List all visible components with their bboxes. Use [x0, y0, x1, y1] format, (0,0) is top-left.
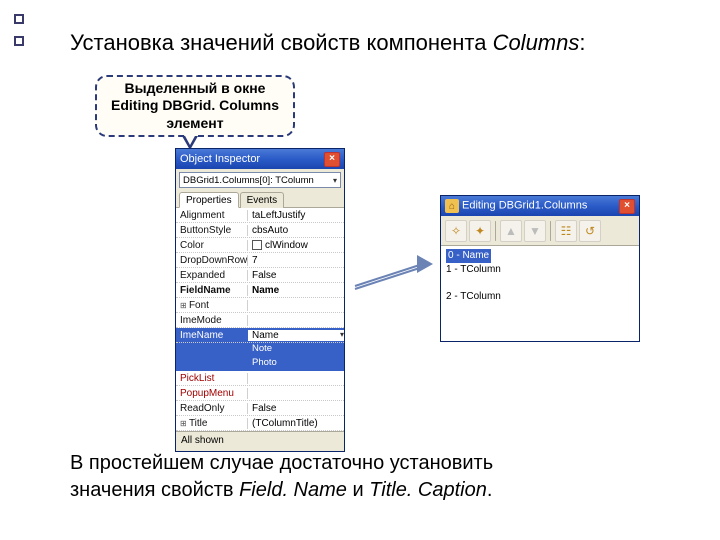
chevron-down-icon: ▾ — [333, 176, 337, 185]
property-row[interactable]: ButtonStylecbsAuto — [176, 223, 344, 238]
property-row[interactable]: ColorclWindow — [176, 238, 344, 253]
callout-tail — [184, 134, 196, 145]
property-value[interactable]: cbsAuto — [248, 225, 344, 236]
arrow-line — [355, 263, 424, 287]
close-icon[interactable]: × — [619, 199, 635, 214]
property-name: ReadOnly — [176, 403, 248, 414]
property-name: PickList — [176, 373, 248, 384]
arrow — [355, 255, 435, 305]
property-name: DropDownRows — [176, 255, 248, 266]
selector-value: DBGrid1.Columns[0]: TColumn — [183, 175, 314, 186]
delphi-icon: ⌂ — [445, 199, 459, 213]
titlebar[interactable]: Object Inspector × — [176, 149, 344, 169]
columns-list[interactable]: 0 - Name1 - TColumn 2 - TColumn — [441, 246, 639, 341]
property-value[interactable]: False — [248, 403, 344, 414]
titlecaption-italic: Title. Caption — [369, 479, 487, 501]
property-row[interactable]: FieldNameName — [176, 283, 344, 298]
tab-events[interactable]: Events — [240, 192, 285, 208]
dropdown-option[interactable]: Photo — [176, 357, 344, 371]
property-value[interactable]: Name — [248, 285, 344, 296]
property-value[interactable]: False — [248, 270, 344, 281]
property-value[interactable]: taLeftJustify — [248, 210, 344, 221]
callout-line: Выделенный в окне — [111, 80, 279, 98]
property-row[interactable]: DropDownRows7 — [176, 253, 344, 268]
callout-line: Editing DBGrid. Columns — [111, 97, 279, 115]
property-row[interactable]: AlignmenttaLeftJustify — [176, 208, 344, 223]
property-name: ImeMode — [176, 315, 248, 326]
inspector-footer: All shown — [176, 431, 344, 451]
dropdown-option[interactable]: Note — [176, 343, 344, 357]
object-inspector-window: Object Inspector × DBGrid1.Columns[0]: T… — [175, 148, 345, 452]
columns-editor-window: ⌂Editing DBGrid1.Columns × ✧ ✦ ▲ ▼ ☷ ↺ 0… — [440, 195, 640, 342]
window-title: ⌂Editing DBGrid1.Columns — [445, 199, 587, 213]
restore-defaults-button[interactable]: ↺ — [579, 220, 601, 242]
editor-toolbar: ✧ ✦ ▲ ▼ ☷ ↺ — [441, 216, 639, 246]
inspector-tabs: Properties Events — [176, 191, 344, 208]
property-value[interactable]: clWindow — [248, 240, 344, 251]
bottom-dot: . — [487, 479, 493, 501]
list-item[interactable]: 0 - Name — [446, 249, 491, 263]
separator — [550, 221, 551, 241]
page-title: Установка значений свойств компонента Co… — [70, 30, 586, 56]
property-name: Expanded — [176, 270, 248, 281]
list-item[interactable]: 1 - TColumn — [446, 263, 634, 277]
bottom-text: В простейшем случае достаточно установит… — [70, 450, 680, 504]
property-name: Font — [176, 300, 248, 311]
delete-column-button[interactable]: ✦ — [469, 220, 491, 242]
property-row[interactable]: ImeNameName▾ — [176, 328, 344, 343]
property-row[interactable]: Font — [176, 298, 344, 313]
property-row[interactable]: ReadOnlyFalse — [176, 401, 344, 416]
editor-title-text: Editing DBGrid1.Columns — [462, 200, 587, 212]
list-item[interactable]: 2 - TColumn — [446, 290, 634, 304]
page-marker — [14, 14, 24, 24]
property-name: ImeName — [176, 330, 248, 341]
tab-properties[interactable]: Properties — [179, 192, 239, 208]
callout-line: элемент — [111, 115, 279, 133]
heading-prefix: Установка значений свойств компонента — [70, 30, 493, 55]
page-marker-group — [14, 14, 24, 58]
property-row[interactable]: PickList — [176, 371, 344, 386]
property-row[interactable]: PopupMenu — [176, 386, 344, 401]
property-name: FieldName — [176, 285, 248, 296]
add-all-button[interactable]: ☷ — [555, 220, 577, 242]
component-selector[interactable]: DBGrid1.Columns[0]: TColumn ▾ — [179, 172, 341, 188]
property-row[interactable]: ImeMode — [176, 313, 344, 328]
property-name: Alignment — [176, 210, 248, 221]
callout-box: Выделенный в окне Editing DBGrid. Column… — [95, 75, 295, 137]
page-marker — [14, 36, 24, 46]
color-checkbox[interactable] — [252, 240, 262, 250]
heading-suffix: : — [579, 30, 585, 55]
move-down-button[interactable]: ▼ — [524, 220, 546, 242]
chevron-down-icon[interactable]: ▾ — [340, 330, 344, 341]
arrow-head-icon — [417, 255, 433, 273]
property-grid[interactable]: AlignmenttaLeftJustifyButtonStylecbsAuto… — [176, 208, 344, 431]
property-row[interactable]: ExpandedFalse — [176, 268, 344, 283]
bottom-line1: В простейшем случае достаточно установит… — [70, 452, 493, 474]
separator — [495, 221, 496, 241]
move-up-button[interactable]: ▲ — [500, 220, 522, 242]
property-row[interactable]: Title(TColumnTitle) — [176, 416, 344, 431]
fieldname-italic: Field. Name — [239, 479, 347, 501]
arrow-line — [355, 266, 424, 290]
bottom-and: и — [347, 479, 369, 501]
close-icon[interactable]: × — [324, 152, 340, 167]
titlebar[interactable]: ⌂Editing DBGrid1.Columns × — [441, 196, 639, 216]
bottom-line2a: значения свойств — [70, 479, 239, 501]
window-title: Object Inspector — [180, 153, 260, 165]
property-name: Title — [176, 418, 248, 429]
property-name: Color — [176, 240, 248, 251]
property-name: ButtonStyle — [176, 225, 248, 236]
heading-italic: Columns — [493, 30, 580, 55]
property-value[interactable]: (TColumnTitle) — [248, 418, 344, 429]
property-value[interactable]: 7 — [248, 255, 344, 266]
property-value[interactable]: Name▾ — [248, 330, 344, 341]
property-name: PopupMenu — [176, 388, 248, 399]
add-column-button[interactable]: ✧ — [445, 220, 467, 242]
